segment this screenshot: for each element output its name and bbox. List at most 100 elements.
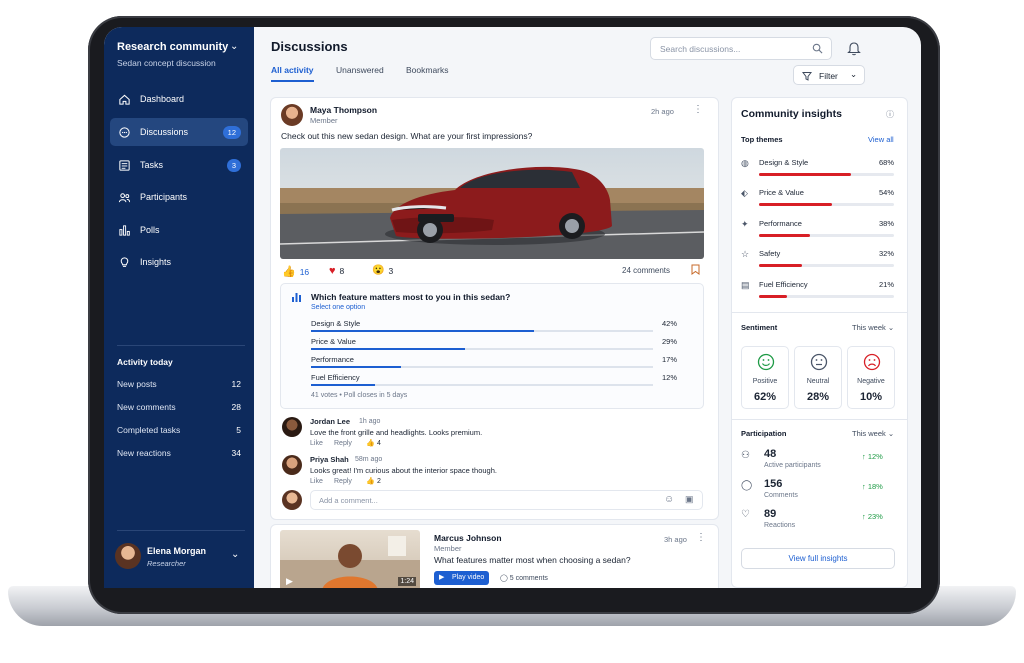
bell-icon[interactable] (847, 40, 861, 56)
avatar[interactable] (115, 543, 141, 569)
poll-option-bar[interactable] (311, 384, 653, 386)
poll-option-label[interactable]: Design & Style (311, 319, 360, 328)
heart-reaction[interactable]: ♥ 8 (329, 265, 344, 277)
tab-unanswered[interactable]: Unanswered (336, 65, 384, 75)
sidebar-item-label: Tasks (140, 160, 164, 170)
community-chevron-down-icon[interactable]: ⌄ (230, 41, 238, 52)
avatar[interactable] (282, 417, 302, 437)
more-options-icon[interactable]: ⋮ (696, 532, 706, 543)
sentiment-range-label: This week (852, 323, 886, 332)
more-options-icon[interactable]: ⋮ (693, 104, 703, 115)
user-name[interactable]: Elena Morgan (147, 546, 206, 556)
sidebar-item-tasks[interactable]: Tasks 3 (110, 151, 248, 179)
gif-icon[interactable]: ▣ (685, 494, 694, 505)
sidebar-item-dashboard[interactable]: Dashboard (110, 85, 248, 113)
sidebar-item-label: Polls (140, 225, 160, 235)
video-comments-count: 5 comments (509, 575, 548, 582)
comment-reply-button[interactable]: Reply (334, 478, 352, 485)
theme-bar-fill (759, 295, 788, 298)
poll-option-fill (311, 348, 465, 350)
post-image-sedan[interactable] (280, 148, 704, 259)
participation-delta: ↑ 23% (862, 512, 883, 521)
post-text: What features matter most when choosing … (434, 555, 631, 565)
heart-outline-icon: ♡ (741, 509, 750, 520)
post-time: 3h ago (664, 535, 687, 544)
poll-option-label[interactable]: Performance (311, 355, 354, 364)
filter-button[interactable]: Filter ⌄ (793, 65, 865, 85)
search-placeholder: Search discussions... (660, 44, 741, 54)
view-full-insights-button[interactable]: View full insights (741, 548, 895, 569)
poll-footer: 41 votes • Poll closes in 5 days (311, 392, 408, 399)
comment-like-count: 2 (377, 478, 381, 485)
search-icon[interactable] (812, 43, 823, 54)
sidebar-item-participants[interactable]: Participants (110, 183, 248, 211)
sentiment-label: Negative (857, 378, 885, 385)
comment-like-button[interactable]: Like (310, 440, 323, 447)
poll-option-bar[interactable] (311, 330, 653, 332)
poll-instruction: Select one option (311, 304, 366, 311)
poll-option-label[interactable]: Price & Value (311, 337, 356, 346)
poll-question: Which feature matters most to you in thi… (311, 292, 511, 302)
document-icon: ▤ (741, 280, 750, 290)
sentiment-range-dropdown[interactable]: This week ⌄ (852, 323, 894, 332)
avatar[interactable] (282, 455, 302, 475)
search-input[interactable]: Search discussions... (650, 37, 832, 60)
video-duration: 1:24 (398, 577, 416, 586)
participation-range-label: This week (852, 429, 886, 438)
comment-icon: ◯ (500, 575, 510, 582)
bookmark-icon[interactable] (691, 264, 700, 275)
people-icon (118, 192, 131, 202)
smile-face-icon (757, 353, 775, 371)
comment-author[interactable]: Priya Shah (310, 455, 349, 464)
play-icon[interactable]: ▶ (286, 576, 293, 587)
comment-text: Love the front grille and headlights. Lo… (310, 428, 483, 437)
funnel-icon (802, 72, 812, 81)
video-comments-link[interactable]: ◯ 5 comments (500, 574, 548, 582)
thumbs-up-icon[interactable]: 👍 (366, 439, 375, 447)
poll-option-label[interactable]: Fuel Efficiency (311, 373, 360, 382)
chat-bubble-icon (119, 126, 130, 138)
thumbs-up-icon: 👍 (282, 266, 296, 278)
participation-range-dropdown[interactable]: This week ⌄ (852, 429, 894, 438)
page-title: Discussions (271, 39, 348, 54)
info-icon[interactable]: ⓘ (886, 109, 894, 120)
activity-label: New posts (117, 379, 157, 389)
comment-time: 58m ago (355, 456, 383, 463)
play-video-button[interactable]: ▶ Play video (434, 571, 489, 585)
poll-option-percent: 42% (662, 319, 678, 328)
community-name[interactable]: Research community (117, 41, 228, 53)
participation-label: Comments (764, 492, 798, 499)
comment-author[interactable]: Jordan Lee (310, 417, 350, 426)
comment-reply-button[interactable]: Reply (334, 440, 352, 447)
sidebar-item-discussions[interactable]: Discussions 12 (110, 118, 248, 146)
heart-icon: ♥ (329, 265, 336, 277)
sidebar-item-insights[interactable]: Insights (110, 248, 248, 276)
wow-reaction[interactable]: 😮 3 (372, 265, 393, 276)
like-reaction[interactable]: 👍 16 (282, 265, 309, 278)
activity-label: New reactions (117, 448, 171, 458)
theme-bar-fill (759, 234, 811, 237)
post-author[interactable]: Marcus Johnson (434, 533, 502, 543)
view-all-themes-link[interactable]: View all (868, 135, 894, 144)
sentiment-negative-card: Negative 10% (847, 346, 895, 409)
post-author[interactable]: Maya Thompson (310, 105, 377, 115)
poll-option-bar[interactable] (311, 366, 653, 368)
add-comment-input[interactable]: Add a comment... ☺ ▣ (310, 490, 703, 510)
user-menu-chevron-down-icon[interactable]: ⌄ (231, 549, 239, 560)
thumbs-up-icon[interactable]: 👍 (366, 477, 375, 485)
comment-like-button[interactable]: Like (310, 478, 323, 485)
activity-row: Completed tasks 5 (117, 425, 241, 435)
avatar (282, 490, 302, 510)
frown-face-icon (863, 353, 881, 371)
post-video-thumbnail[interactable]: ▶ 1:24 (280, 530, 420, 588)
avatar[interactable] (281, 104, 303, 126)
sidebar-item-polls[interactable]: Polls (110, 216, 248, 244)
poll-option-bar[interactable] (311, 348, 653, 350)
poll-option-percent: 12% (662, 373, 678, 382)
sentiment-label: Neutral (806, 378, 830, 385)
tab-bookmarks[interactable]: Bookmarks (406, 65, 449, 75)
sentiment-value: 10% (859, 391, 883, 403)
emoji-icon[interactable]: ☺ (664, 494, 674, 505)
tab-all-activity[interactable]: All activity (271, 65, 314, 75)
comments-count[interactable]: 24 comments (622, 266, 670, 275)
